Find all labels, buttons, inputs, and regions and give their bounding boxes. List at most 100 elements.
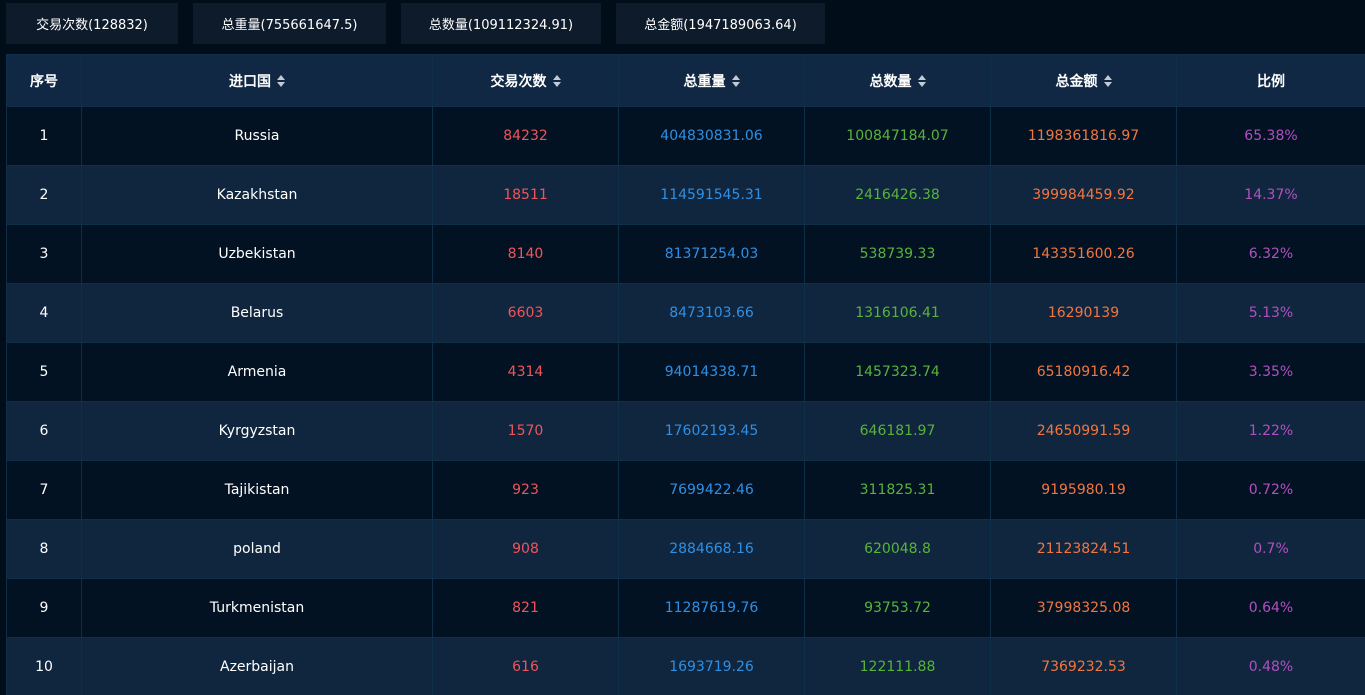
total-amount-summary: 总金额(1947189063.64): [616, 3, 825, 44]
row-index: 5: [6, 342, 82, 402]
row-ratio: 5.13%: [1176, 283, 1365, 343]
header-index: 序号: [6, 54, 82, 107]
total-quantity-summary: 总数量(109112324.91): [401, 3, 601, 44]
table-row: 4 Belarus 6603 8473103.66 1316106.41 162…: [6, 283, 1365, 343]
row-index: 10: [6, 637, 82, 695]
header-country-label: 进口国: [229, 73, 271, 90]
row-amount: 399984459.92: [990, 165, 1177, 225]
row-ratio: 0.64%: [1176, 578, 1365, 638]
table-row: 6 Kyrgyzstan 1570 17602193.45 646181.97 …: [6, 401, 1365, 461]
row-country: Armenia: [81, 342, 433, 402]
row-index: 9: [6, 578, 82, 638]
row-weight: 11287619.76: [618, 578, 805, 638]
header-amount[interactable]: 总金额: [990, 54, 1177, 107]
row-amount: 1198361816.97: [990, 106, 1177, 166]
table-row: 2 Kazakhstan 18511 114591545.31 2416426.…: [6, 165, 1365, 225]
header-amount-label: 总金额: [1055, 73, 1098, 90]
row-quantity: 646181.97: [804, 401, 991, 461]
summary-bar: 交易次数(128832) 总重量(755661647.5) 总数量(109112…: [0, 0, 1365, 50]
header-weight[interactable]: 总重量: [618, 54, 805, 107]
row-quantity: 1457323.74: [804, 342, 991, 402]
row-count: 4314: [432, 342, 619, 402]
row-weight: 404830831.06: [618, 106, 805, 166]
row-country: Kazakhstan: [81, 165, 433, 225]
row-amount: 21123824.51: [990, 519, 1177, 579]
table-row: 3 Uzbekistan 8140 81371254.03 538739.33 …: [6, 224, 1365, 284]
header-weight-label: 总重量: [683, 73, 726, 90]
row-count: 8140: [432, 224, 619, 284]
header-quantity[interactable]: 总数量: [804, 54, 991, 107]
import-country-table: 序号 进口国 交易次数 总重量 总数量 总金额 比例 1 Russia 8423…: [6, 54, 1365, 695]
row-count: 616: [432, 637, 619, 695]
total-weight-summary: 总重量(755661647.5): [193, 3, 386, 44]
row-quantity: 311825.31: [804, 460, 991, 520]
row-count: 6603: [432, 283, 619, 343]
row-ratio: 3.35%: [1176, 342, 1365, 402]
sort-icon[interactable]: [552, 74, 561, 87]
row-ratio: 0.7%: [1176, 519, 1365, 579]
row-index: 7: [6, 460, 82, 520]
table-row: 7 Tajikistan 923 7699422.46 311825.31 91…: [6, 460, 1365, 520]
row-count: 18511: [432, 165, 619, 225]
table-row: 10 Azerbaijan 616 1693719.26 122111.88 7…: [6, 637, 1365, 695]
table-row: 8 poland 908 2884668.16 620048.8 2112382…: [6, 519, 1365, 579]
row-count: 923: [432, 460, 619, 520]
row-ratio: 0.48%: [1176, 637, 1365, 695]
row-amount: 7369232.53: [990, 637, 1177, 695]
sort-icon[interactable]: [731, 74, 740, 87]
row-quantity: 93753.72: [804, 578, 991, 638]
row-index: 6: [6, 401, 82, 461]
row-weight: 8473103.66: [618, 283, 805, 343]
table-header-row: 序号 进口国 交易次数 总重量 总数量 总金额 比例: [6, 54, 1365, 107]
row-quantity: 122111.88: [804, 637, 991, 695]
row-amount: 143351600.26: [990, 224, 1177, 284]
sort-icon[interactable]: [277, 74, 285, 87]
sort-icon[interactable]: [917, 74, 926, 87]
row-weight: 17602193.45: [618, 401, 805, 461]
sort-icon[interactable]: [1103, 74, 1112, 87]
row-index: 4: [6, 283, 82, 343]
row-weight: 114591545.31: [618, 165, 805, 225]
row-ratio: 14.37%: [1176, 165, 1365, 225]
row-index: 8: [6, 519, 82, 579]
table-row: 1 Russia 84232 404830831.06 100847184.07…: [6, 106, 1365, 166]
row-country: Belarus: [81, 283, 433, 343]
table-row: 5 Armenia 4314 94014338.71 1457323.74 65…: [6, 342, 1365, 402]
row-ratio: 1.22%: [1176, 401, 1365, 461]
row-quantity: 538739.33: [804, 224, 991, 284]
row-amount: 65180916.42: [990, 342, 1177, 402]
row-index: 1: [6, 106, 82, 166]
row-quantity: 2416426.38: [804, 165, 991, 225]
trade-count-summary: 交易次数(128832): [6, 3, 178, 44]
row-ratio: 6.32%: [1176, 224, 1365, 284]
row-quantity: 100847184.07: [804, 106, 991, 166]
table-row: 9 Turkmenistan 821 11287619.76 93753.72 …: [6, 578, 1365, 638]
header-count-label: 交易次数: [490, 73, 547, 90]
row-amount: 24650991.59: [990, 401, 1177, 461]
row-weight: 94014338.71: [618, 342, 805, 402]
row-country: Tajikistan: [81, 460, 433, 520]
row-country: Kyrgyzstan: [81, 401, 433, 461]
row-amount: 16290139: [990, 283, 1177, 343]
header-country[interactable]: 进口国: [81, 54, 433, 107]
row-weight: 1693719.26: [618, 637, 805, 695]
row-weight: 7699422.46: [618, 460, 805, 520]
header-count[interactable]: 交易次数: [432, 54, 619, 107]
row-country: Uzbekistan: [81, 224, 433, 284]
row-weight: 81371254.03: [618, 224, 805, 284]
row-country: Turkmenistan: [81, 578, 433, 638]
row-quantity: 1316106.41: [804, 283, 991, 343]
row-amount: 37998325.08: [990, 578, 1177, 638]
row-ratio: 0.72%: [1176, 460, 1365, 520]
row-country: Azerbaijan: [81, 637, 433, 695]
header-quantity-label: 总数量: [869, 73, 912, 90]
row-country: poland: [81, 519, 433, 579]
row-index: 2: [6, 165, 82, 225]
row-amount: 9195980.19: [990, 460, 1177, 520]
row-quantity: 620048.8: [804, 519, 991, 579]
row-index: 3: [6, 224, 82, 284]
row-weight: 2884668.16: [618, 519, 805, 579]
row-count: 1570: [432, 401, 619, 461]
row-count: 84232: [432, 106, 619, 166]
row-ratio: 65.38%: [1176, 106, 1365, 166]
